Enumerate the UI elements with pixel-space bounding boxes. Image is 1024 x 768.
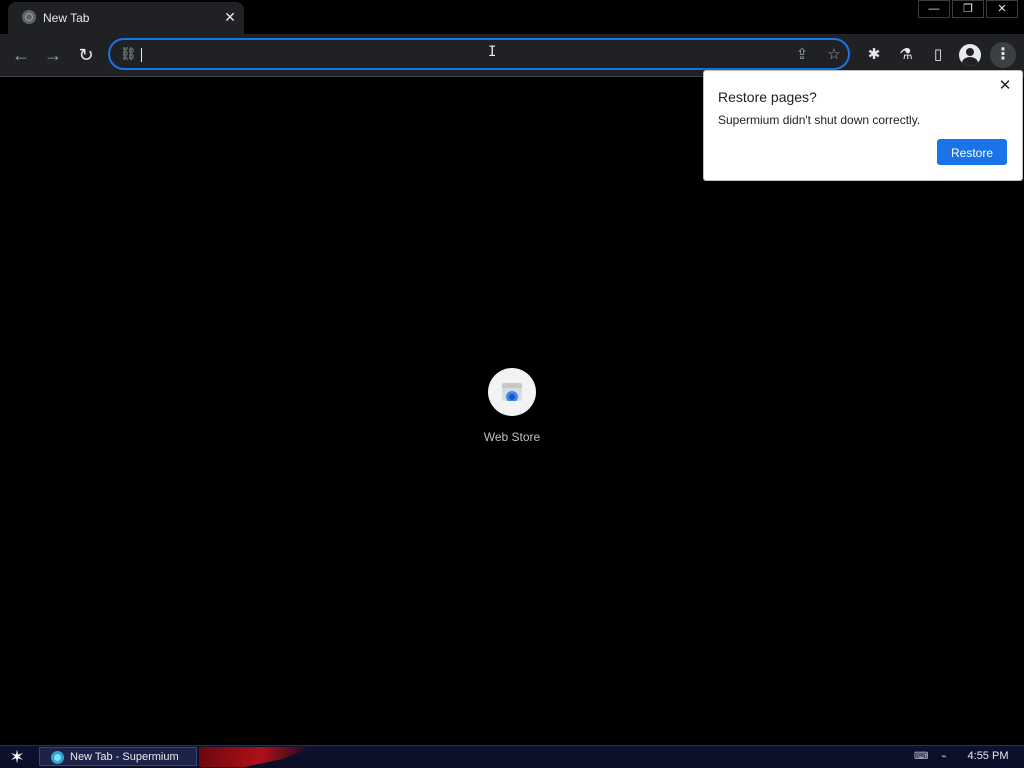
tab-close-icon[interactable]: ✕ xyxy=(222,9,238,25)
tab-new-tab[interactable]: New Tab ✕ xyxy=(8,2,244,34)
taskbar-clock[interactable]: 4:55 PM xyxy=(958,750,1018,762)
taskbar: ✶ New Tab - Supermium ⌨ ⌁ 4:55 PM xyxy=(0,745,1024,768)
web-store-icon xyxy=(488,368,536,416)
start-star-icon[interactable]: ✶ xyxy=(6,746,28,768)
popup-close-icon[interactable]: ✕ xyxy=(996,77,1014,95)
restore-window-button[interactable]: ❐ xyxy=(952,0,984,18)
store-bag-shape xyxy=(502,383,522,401)
address-input[interactable] xyxy=(142,43,766,67)
back-icon[interactable]: ← xyxy=(8,42,34,68)
bookmark-star-icon[interactable]: ☆ xyxy=(824,45,844,65)
profile-avatar-icon[interactable] xyxy=(959,44,981,66)
popup-title: Restore pages? xyxy=(718,89,817,105)
forward-icon[interactable]: → xyxy=(40,42,66,68)
avatar-head xyxy=(966,48,974,56)
store-bag-top xyxy=(502,383,522,388)
restore-pages-popup: Restore pages? Supermium didn't shut dow… xyxy=(703,70,1023,181)
window-controls: — ❐ ✕ xyxy=(916,0,1018,18)
text-caret xyxy=(141,48,142,62)
keyboard-icon[interactable]: ⌨ xyxy=(914,752,928,762)
supermium-icon xyxy=(51,751,64,764)
shortcut-label: Web Store xyxy=(483,430,541,444)
tab-title: New Tab xyxy=(43,11,90,25)
taskbar-item-supermium[interactable]: New Tab - Supermium xyxy=(39,747,197,766)
extensions-icon[interactable]: ✱ xyxy=(862,43,886,67)
minimize-button[interactable]: — xyxy=(918,0,950,18)
close-window-button[interactable]: ✕ xyxy=(986,0,1018,18)
avatar-body xyxy=(962,57,978,66)
side-panel-icon[interactable]: ▯ xyxy=(926,43,950,67)
globe-icon xyxy=(22,10,36,24)
tab-strip: New Tab ✕ — ❐ ✕ xyxy=(0,0,1024,34)
text-cursor-icon: I xyxy=(488,44,497,60)
taskbar-decoration xyxy=(199,747,311,767)
menu-kebab-icon[interactable]: ⋮ xyxy=(990,42,1016,68)
site-info-icon[interactable]: ⛓ xyxy=(120,46,137,62)
browser-window: New Tab ✕ — ❐ ✕ ← → ↻ ⛓ ⇪ ☆ ✱ ⚗ ▯ ⋮ I We… xyxy=(0,0,1024,745)
omnibox[interactable]: ⛓ ⇪ ☆ xyxy=(108,38,850,70)
restore-button[interactable]: Restore xyxy=(937,139,1007,165)
share-icon[interactable]: ⇪ xyxy=(792,45,812,65)
shortcut-web-store[interactable]: Web Store xyxy=(472,367,552,447)
popup-message: Supermium didn't shut down correctly. xyxy=(718,113,921,127)
labs-flask-icon[interactable]: ⚗ xyxy=(894,43,918,67)
store-bag-logo xyxy=(506,391,518,401)
reload-icon[interactable]: ↻ xyxy=(73,42,99,68)
taskbar-item-label: New Tab - Supermium xyxy=(70,751,179,763)
network-icon[interactable]: ⌁ xyxy=(938,749,950,763)
